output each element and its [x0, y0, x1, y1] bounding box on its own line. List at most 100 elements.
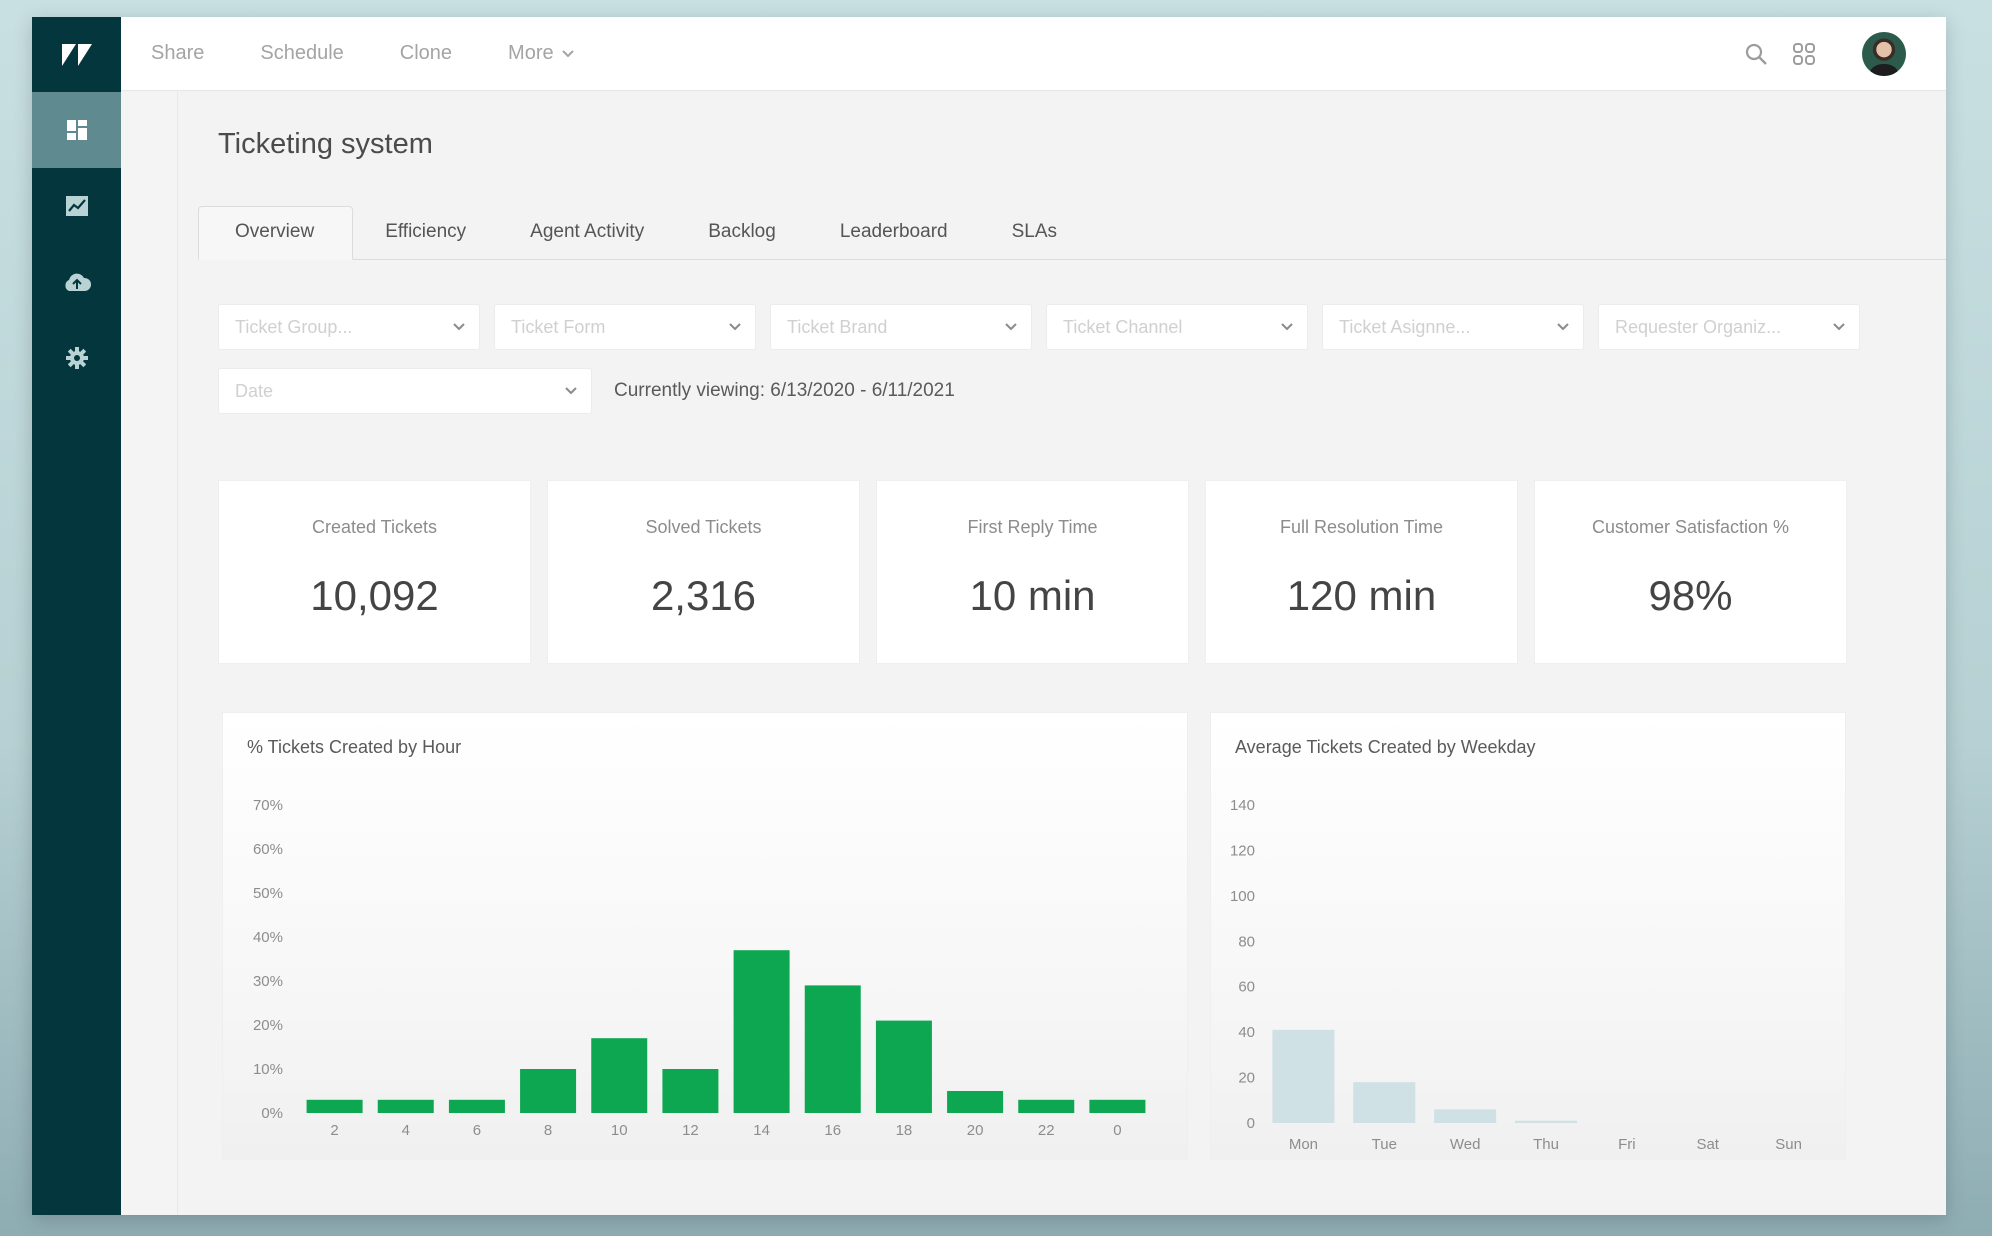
bar-16[interactable] [804, 985, 861, 1113]
ticket-form-select[interactable]: Ticket Form [494, 304, 756, 350]
y-tick-label: 100 [1230, 888, 1255, 905]
kpi-first-reply-time: First Reply Time 10 min [876, 480, 1189, 664]
bar-20[interactable] [947, 1091, 1004, 1113]
y-tick-label: 30% [253, 973, 283, 990]
schedule-button[interactable]: Schedule [232, 42, 371, 65]
clone-button[interactable]: Clone [372, 42, 480, 65]
chevron-down-icon [1005, 323, 1017, 331]
y-tick-label: 40 [1238, 1024, 1255, 1041]
select-placeholder: Requester Organiz... [1615, 316, 1782, 337]
select-placeholder: Ticket Brand [787, 316, 888, 337]
ticket-group-select[interactable]: Ticket Group... [218, 304, 480, 350]
select-placeholder: Date [235, 380, 274, 401]
x-tick-label: Mon [1289, 1136, 1318, 1153]
y-tick-label: 20% [253, 1017, 283, 1034]
apps-button[interactable] [1792, 42, 1816, 66]
kpi-label: Solved Tickets [645, 517, 762, 537]
tab-efficiency[interactable]: Efficiency [353, 205, 498, 259]
x-tick-label: 2 [330, 1122, 338, 1139]
tab-overview[interactable]: Overview [198, 206, 354, 260]
tab-backlog[interactable]: Backlog [676, 205, 808, 259]
bar-22[interactable] [1018, 1099, 1075, 1113]
sidebar-item-settings[interactable] [32, 320, 121, 396]
select-placeholder: Ticket Asignne... [1339, 316, 1471, 337]
sidebar-item-upload[interactable] [32, 244, 121, 320]
requester-organization-select[interactable]: Requester Organiz... [1598, 304, 1860, 350]
chart-title: % Tickets Created by Hour [247, 737, 462, 757]
chevron-down-icon [729, 323, 741, 331]
x-tick-label: 0 [1113, 1122, 1121, 1139]
x-tick-label: 6 [473, 1122, 481, 1139]
kpi-row: Created Tickets 10,092 Solved Tickets 2,31… [218, 480, 1847, 664]
y-tick-label: 0 [1247, 1115, 1255, 1132]
kpi-value: 10 min [969, 572, 1096, 619]
ticket-brand-select[interactable]: Ticket Brand [770, 304, 1032, 350]
tickets-by-weekday-card: 0 20 40 60 80 100 120 140 Mon Tue Wed Thu Fri Sat Sun … [1210, 712, 1846, 1160]
more-label: More [508, 42, 554, 64]
x-tick-label: 4 [402, 1122, 410, 1139]
bar-12[interactable] [662, 1069, 719, 1113]
x-tick-label: Tue [1372, 1136, 1397, 1153]
x-tick-label: Wed [1450, 1136, 1481, 1153]
x-tick-label: 16 [824, 1122, 841, 1139]
bar-Mon[interactable] [1272, 1029, 1335, 1123]
bar-0[interactable] [1089, 1099, 1146, 1113]
chevron-down-icon [1833, 323, 1845, 331]
share-label: Share [151, 42, 205, 64]
gear-icon [65, 347, 88, 369]
ticket-channel-select[interactable]: Ticket Channel [1046, 304, 1308, 350]
reports-chart-icon [65, 196, 88, 216]
search-button[interactable] [1744, 42, 1768, 66]
y-tick-label: 120 [1230, 842, 1255, 859]
kpi-full-resolution-time: Full Resolution Time 120 min [1205, 480, 1518, 664]
cloud-upload-icon [64, 273, 91, 291]
x-tick-label: 14 [753, 1122, 770, 1139]
kpi-value: 2,316 [650, 572, 757, 619]
y-tick-label: 0% [261, 1105, 283, 1122]
more-menu-button[interactable]: More [480, 42, 602, 65]
kpi-value: 10,092 [310, 572, 439, 619]
y-tick-label: 60% [253, 841, 283, 858]
bar-6[interactable] [448, 1099, 505, 1113]
date-select[interactable]: Date [218, 368, 592, 414]
kpi-value: 120 min [1286, 572, 1437, 619]
tab-slas[interactable]: SLAs [980, 205, 1089, 259]
page-title: Ticketing system [218, 128, 433, 160]
bar-2[interactable] [306, 1099, 363, 1113]
chevron-down-icon [1281, 323, 1293, 331]
user-avatar[interactable] [1862, 31, 1906, 76]
y-tick-label: 60 [1238, 979, 1255, 996]
bar-8[interactable] [520, 1069, 577, 1113]
x-tick-label: 18 [896, 1122, 913, 1139]
chart-title: Average Tickets Created by Weekday [1235, 737, 1536, 757]
top-toolbar: Share Schedule Clone More [121, 17, 1946, 91]
tab-leaderboard[interactable]: Leaderboard [808, 205, 980, 259]
chevron-down-icon [565, 387, 577, 395]
kpi-label: Customer Satisfaction % [1591, 517, 1790, 537]
dashboard-icon [66, 120, 87, 140]
kpi-label: Created Tickets [311, 517, 438, 537]
share-button[interactable]: Share [121, 42, 232, 65]
dashboard-panel: Ticketing system Overview Efficiency Age… [177, 92, 1946, 1215]
currently-viewing-text: Currently viewing: 6/13/2020 - 6/11/2021 [614, 380, 955, 401]
zendesk-logo[interactable] [32, 17, 121, 92]
bar-Thu[interactable] [1515, 1120, 1577, 1123]
x-tick-label: Fri [1618, 1136, 1636, 1153]
bar-4[interactable] [377, 1099, 434, 1113]
ticket-assignee-select[interactable]: Ticket Asignne... [1322, 304, 1584, 350]
bar-14[interactable] [733, 950, 790, 1113]
chevron-down-icon [1557, 323, 1569, 331]
sidebar-item-reports[interactable] [32, 168, 121, 244]
tickets-by-hour-card: 0% 10% 20% 30% 40% 50% 60% 70% 2 4 6 8 10 12 14 16 18 20 2… [222, 712, 1188, 1160]
tickets-by-weekday-chart: 0 20 40 60 80 100 120 140 Mon Tue Wed Thu Fri Sat Sun [1230, 797, 1802, 1153]
bar-Tue[interactable] [1353, 1082, 1416, 1123]
bar-18[interactable] [875, 1020, 932, 1113]
zendesk-logo-icon [61, 43, 92, 66]
bar-Wed[interactable] [1434, 1109, 1497, 1123]
kpi-customer-satisfaction: Customer Satisfaction % 98% [1534, 480, 1847, 664]
x-tick-label: Sat [1696, 1136, 1719, 1153]
sidebar-item-dashboard[interactable] [32, 92, 121, 168]
bar-10[interactable] [591, 1038, 648, 1113]
search-icon [1745, 43, 1767, 65]
tab-agent-activity[interactable]: Agent Activity [498, 205, 676, 259]
